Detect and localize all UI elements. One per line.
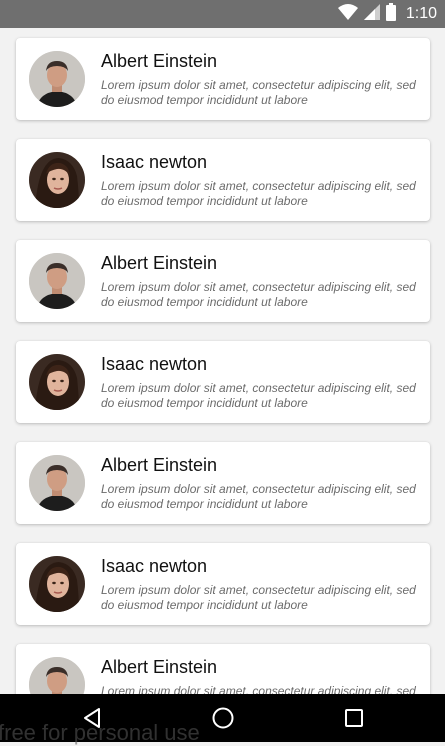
contact-card[interactable]: Albert Einstein Lorem ipsum dolor sit ame… xyxy=(16,644,430,694)
wifi-icon xyxy=(337,4,358,24)
watermark-text: free for personal use xyxy=(0,720,200,745)
contact-description: Lorem ipsum dolor sit amet, consectetur … xyxy=(101,280,416,309)
signal-icon xyxy=(363,4,380,24)
contact-name: Albert Einstein xyxy=(101,253,218,273)
battery-icon xyxy=(385,3,396,25)
contact-description: Lorem ipsum dolor sit amet, consectetur … xyxy=(101,381,416,410)
contact-description: Lorem ipsum dolor sit amet, consectetur … xyxy=(101,583,416,612)
contact-card[interactable]: Albert Einstein Lorem ipsum dolor sit ame… xyxy=(16,240,430,322)
status-time: 1:10 xyxy=(405,5,437,22)
contact-name: Albert Einstein xyxy=(101,657,218,677)
status-bar: 1:10 xyxy=(0,0,445,28)
contact-description: Lorem ipsum dolor sit amet, consectetur … xyxy=(101,482,416,511)
contact-name: Isaac newton xyxy=(101,152,208,172)
contact-description: Lorem ipsum dolor sit amet, consectetur … xyxy=(101,179,416,208)
contact-card[interactable]: Isaac newton Lorem ipsum dolor sit amet, … xyxy=(16,139,430,221)
avatar xyxy=(29,455,85,511)
recents-icon[interactable] xyxy=(342,706,366,730)
contact-card[interactable]: Albert Einstein Lorem ipsum dolor sit ame… xyxy=(16,442,430,524)
contact-card[interactable]: Isaac newton Lorem ipsum dolor sit amet, … xyxy=(16,543,430,625)
contact-name: Isaac newton xyxy=(101,354,208,374)
contact-card[interactable]: Albert Einstein Lorem ipsum dolor sit ame… xyxy=(16,38,430,120)
contact-list[interactable]: Albert Einstein Lorem ipsum dolor sit ame… xyxy=(0,28,445,694)
status-icons: 1:10 xyxy=(337,3,437,25)
contact-name: Albert Einstein xyxy=(101,455,218,475)
contact-name: Albert Einstein xyxy=(101,51,218,71)
avatar xyxy=(29,152,85,208)
avatar xyxy=(29,556,85,612)
avatar xyxy=(29,657,85,694)
contact-name: Isaac newton xyxy=(101,556,208,576)
home-icon[interactable] xyxy=(211,706,235,730)
avatar xyxy=(29,354,85,410)
contact-card[interactable]: Isaac newton Lorem ipsum dolor sit amet, … xyxy=(16,341,430,423)
avatar xyxy=(29,253,85,309)
avatar xyxy=(29,51,85,107)
contact-description: Lorem ipsum dolor sit amet, consectetur … xyxy=(101,684,416,694)
contact-description: Lorem ipsum dolor sit amet, consectetur … xyxy=(101,78,416,107)
